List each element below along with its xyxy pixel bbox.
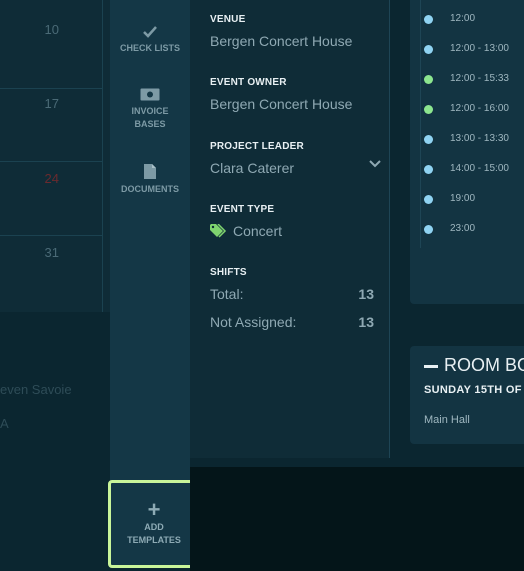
calendar-day[interactable]: 17 [45, 96, 59, 111]
schedule-time: 12:00 - 16:00 [450, 103, 509, 114]
footer-bar [190, 467, 524, 571]
templates-sidebar: CHECK LISTS INVOICE BASES DOCUMENTS [110, 0, 190, 480]
money-icon [140, 88, 160, 101]
checkmark-icon [143, 26, 157, 38]
status-dot-icon [424, 135, 433, 144]
document-icon [144, 164, 156, 179]
calendar-day[interactable]: 31 [45, 245, 59, 260]
room-booking-date: SUNDAY 15TH OF [424, 384, 522, 396]
add-templates-label: TEMPLATES [127, 535, 181, 545]
event-owner-label: EVENT OWNER [210, 77, 287, 88]
sidebar-item-check-lists[interactable]: CHECK LISTS [110, 26, 190, 55]
event-owner-value: Bergen Concert House [210, 96, 353, 112]
room-booking-panel: ROOM BO SUNDAY 15TH OF Main Hall [410, 346, 524, 444]
room-booking-title[interactable]: ROOM BO [424, 355, 524, 376]
calendar-divider [0, 161, 102, 162]
event-type-value: Concert [233, 223, 283, 239]
calendar-panel: 10 17 24 31 [0, 0, 110, 312]
chevron-down-icon[interactable] [369, 160, 381, 168]
status-dot-icon [424, 105, 433, 114]
schedule-time: 19:00 [450, 193, 476, 204]
calendar-divider [0, 88, 102, 89]
sidebar-item-documents[interactable]: DOCUMENTS [110, 164, 190, 196]
add-templates-label: ADD [144, 522, 164, 532]
add-templates-button[interactable]: + ADD TEMPLATES [108, 480, 200, 568]
sidebar-item-label: DOCUMENTS [121, 184, 179, 194]
plus-icon: + [147, 497, 161, 522]
project-leader-select[interactable]: Clara Caterer [210, 160, 294, 176]
status-dot-icon [424, 45, 433, 54]
ghost-text: A [0, 416, 9, 431]
shifts-total-label: Total: [210, 286, 244, 302]
status-dot-icon [424, 195, 433, 204]
calendar-day[interactable]: 10 [45, 22, 59, 37]
shifts-not-assigned-label: Not Assigned: [210, 314, 297, 330]
schedule-time: 12:00 [450, 13, 476, 24]
sidebar-item-invoice-bases[interactable]: INVOICE BASES [110, 88, 190, 131]
schedule-time: 12:00 - 13:00 [450, 43, 509, 54]
room-booking-hall: Main Hall [424, 414, 470, 426]
ghost-text: even Savoie [0, 382, 72, 397]
calendar-divider [0, 235, 102, 236]
event-type-label: EVENT TYPE [210, 204, 275, 215]
calendar-divider [102, 0, 103, 312]
collapse-icon[interactable] [424, 364, 438, 368]
status-dot-icon [424, 225, 433, 234]
shifts-not-assigned-value: 13 [358, 314, 374, 330]
schedule-time: 14:00 - 15:00 [450, 163, 509, 174]
status-dot-icon [424, 75, 433, 84]
sidebar-item-label: CHECK LISTS [119, 43, 180, 53]
shifts-label: SHIFTS [210, 267, 247, 278]
room-booking-title-text: ROOM BO [444, 355, 524, 375]
schedule-divider [420, 0, 421, 248]
venue-label: VENUE [210, 14, 246, 25]
sidebar-item-label: INVOICE BASES [131, 106, 169, 129]
venue-value: Bergen Concert House [210, 33, 353, 49]
project-leader-label: PROJECT LEADER [210, 141, 304, 152]
schedule-time: 23:00 [450, 223, 476, 234]
status-dot-icon [424, 15, 433, 24]
calendar-footer: even Savoie A [0, 312, 110, 571]
shifts-total-value: 13 [358, 286, 374, 302]
event-details-panel: VENUE Bergen Concert House EVENT OWNER B… [190, 0, 390, 458]
schedule-time: 13:00 - 13:30 [450, 133, 509, 144]
schedule-time: 12:00 - 15:33 [450, 73, 509, 84]
calendar-day[interactable]: 24 [45, 171, 59, 186]
tag-icon [210, 224, 227, 238]
status-dot-icon [424, 165, 433, 174]
